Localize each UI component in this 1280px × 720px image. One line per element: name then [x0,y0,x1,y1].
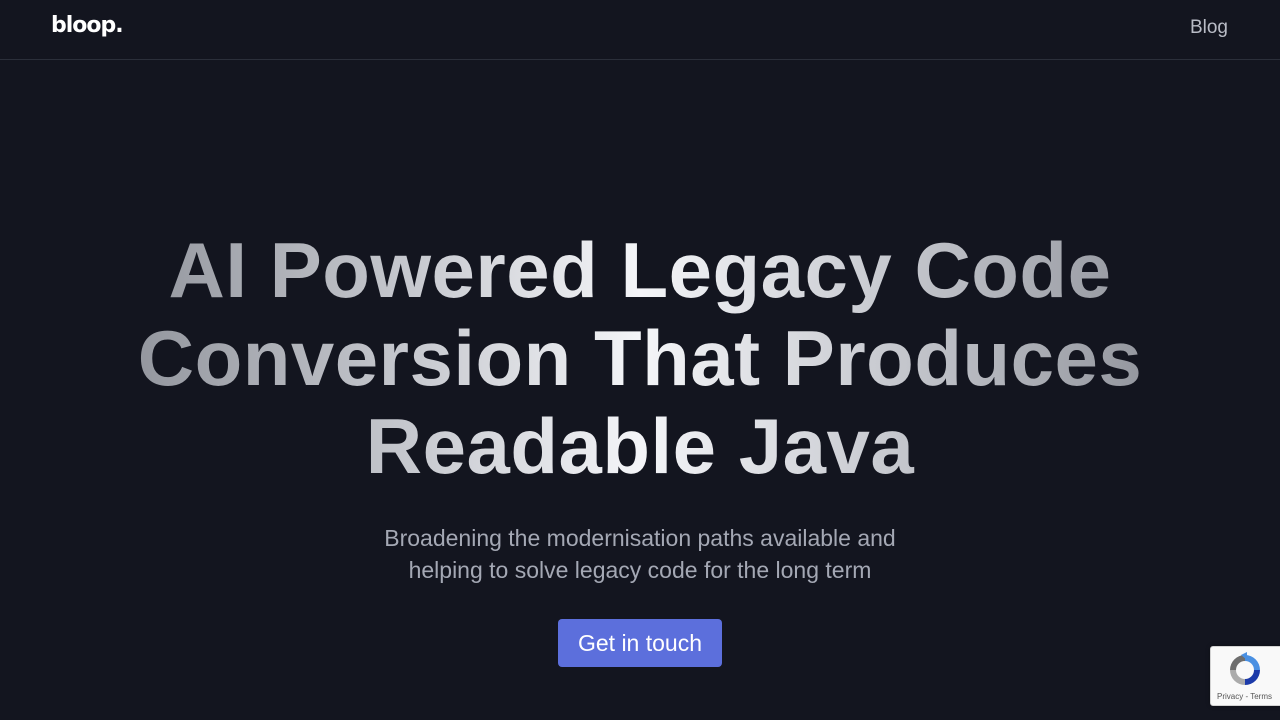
recaptcha-badge[interactable]: Privacy - Terms [1210,646,1280,706]
nav-link-blog[interactable]: Blog [1190,17,1228,39]
recaptcha-privacy-link[interactable]: Privacy [1217,692,1243,701]
bloop-logo[interactable]: bloop. [51,13,124,38]
page: bloop. Blog AI Powered Legacy Code Conve… [0,0,1280,720]
hero-title: AI Powered Legacy Code Conversion That P… [100,226,1180,490]
hero-title-line-2: Conversion That Produces [137,314,1143,402]
hero-subtitle: Broadening the modernisation paths avail… [340,522,940,586]
hero-title-line-1: AI Powered Legacy Code [168,226,1112,314]
recaptcha-terms-link[interactable]: Terms [1250,692,1272,701]
recaptcha-links: Privacy - Terms [1217,692,1272,701]
top-navigation-bar: bloop. Blog [0,0,1280,60]
recaptcha-icon [1230,652,1260,685]
hero-subtitle-line-2: helping to solve legacy code for the lon… [408,557,872,583]
hero-subtitle-line-1: Broadening the modernisation paths avail… [384,525,896,551]
hero-title-line-3: Readable Java [365,402,915,490]
get-in-touch-button[interactable]: Get in touch [558,619,722,667]
